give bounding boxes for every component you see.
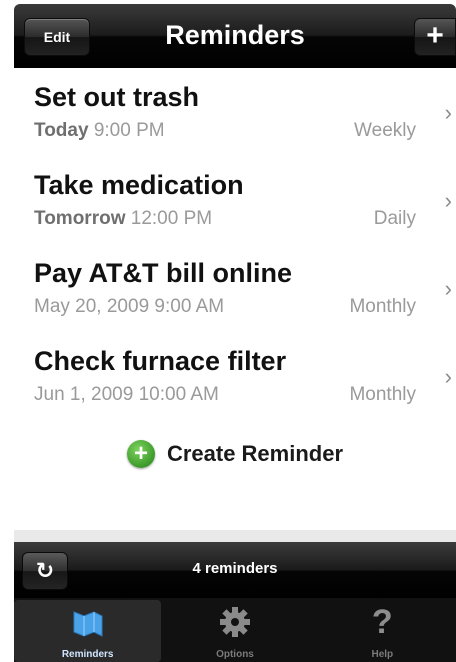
create-reminder-label: Create Reminder bbox=[166, 441, 344, 466]
list-item[interactable]: Set out trash Today 9:00 PM Weekly › bbox=[14, 68, 456, 156]
gear-icon bbox=[161, 604, 308, 640]
reminder-time: 9:00 PM bbox=[88, 120, 165, 141]
reminder-date: Tomorrow 12:00 PM bbox=[34, 208, 212, 230]
list-item[interactable]: Pay AT&T bill online May 20, 2009 9:00 A… bbox=[14, 244, 456, 332]
reminder-time: May 20, 2009 9:00 AM bbox=[34, 296, 225, 317]
create-reminder-button[interactable]: + Create Reminder bbox=[14, 440, 456, 480]
tab-label: Help bbox=[371, 649, 394, 660]
navigation-bar: Edit Reminders + bbox=[14, 4, 456, 68]
reminder-title: Check furnace filter bbox=[34, 346, 287, 376]
question-icon: ? bbox=[371, 603, 393, 641]
list-item[interactable]: Take medication Tomorrow 12:00 PM Daily … bbox=[14, 156, 456, 244]
chevron-right-icon: › bbox=[444, 188, 452, 213]
reminder-title: Pay AT&T bill online bbox=[34, 258, 293, 288]
chevron-right-icon: › bbox=[444, 100, 452, 125]
reminder-list: Set out trash Today 9:00 PM Weekly › Tak… bbox=[14, 68, 456, 420]
reminder-date: Jun 1, 2009 10:00 AM bbox=[34, 384, 219, 406]
add-button[interactable]: + bbox=[414, 18, 456, 56]
bottom-toolbar: ↻ 4 reminders bbox=[14, 542, 456, 598]
reminder-date: May 20, 2009 9:00 AM bbox=[34, 296, 224, 318]
reminder-frequency: Monthly bbox=[349, 296, 416, 317]
page-title: Reminders bbox=[165, 20, 305, 50]
reminder-day: Today bbox=[34, 120, 89, 141]
reminder-time: Jun 1, 2009 10:00 AM bbox=[34, 384, 219, 405]
add-circle-icon: + bbox=[126, 440, 155, 468]
reminder-frequency: Weekly bbox=[354, 120, 416, 141]
tab-bar: Reminders Options ? Help bbox=[14, 598, 456, 662]
reminder-day: Tomorrow bbox=[34, 208, 126, 229]
content-bottom-area bbox=[14, 530, 456, 542]
tab-reminders[interactable]: Reminders bbox=[14, 600, 162, 662]
reminder-frequency: Daily bbox=[373, 208, 416, 229]
reminder-title: Take medication bbox=[34, 170, 244, 200]
chevron-right-icon: › bbox=[444, 276, 452, 301]
tab-label: Reminders bbox=[61, 649, 114, 660]
reminder-date: Today 9:00 PM bbox=[34, 120, 165, 142]
list-item[interactable]: Check furnace filter Jun 1, 2009 10:00 A… bbox=[14, 332, 456, 420]
reminder-title: Set out trash bbox=[34, 82, 200, 112]
tab-options[interactable]: Options bbox=[161, 598, 308, 662]
tab-label: Options bbox=[216, 649, 254, 660]
reminder-frequency: Monthly bbox=[349, 384, 416, 405]
chevron-right-icon: › bbox=[444, 364, 452, 389]
reminder-count: 4 reminders bbox=[192, 560, 278, 577]
reminders-icon bbox=[14, 606, 161, 642]
tab-help[interactable]: ? Help bbox=[309, 598, 456, 662]
reminder-time: 12:00 PM bbox=[125, 208, 213, 229]
